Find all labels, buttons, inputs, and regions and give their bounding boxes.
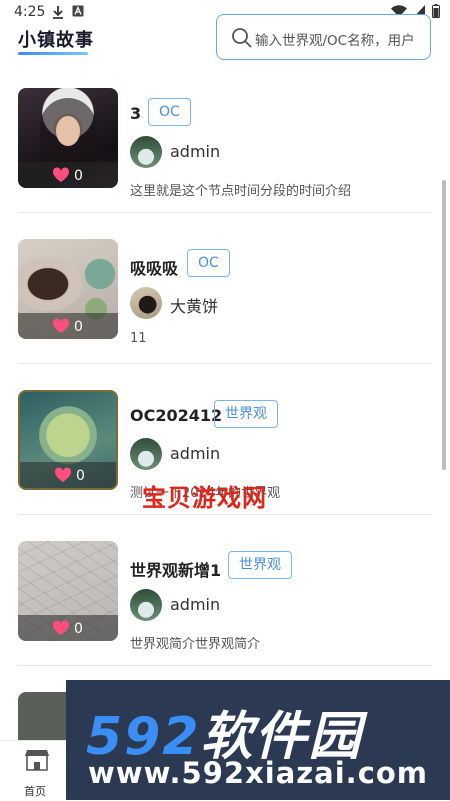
avatar[interactable] bbox=[130, 438, 162, 470]
author-name[interactable]: admin bbox=[170, 595, 220, 614]
cover-image[interactable]: 0 bbox=[18, 239, 118, 339]
watermark-text: 宝贝游戏网 bbox=[142, 484, 267, 512]
thumb-face bbox=[56, 116, 80, 146]
like-count: 0 bbox=[74, 621, 83, 637]
shop-icon[interactable] bbox=[24, 747, 50, 773]
app-header: 小镇故事 输入世界观/OC名称，用户 bbox=[0, 12, 450, 67]
divider bbox=[18, 514, 432, 515]
scrollbar[interactable] bbox=[442, 180, 446, 470]
cover-image[interactable]: 0 bbox=[18, 88, 118, 188]
type-tag: 世界观 bbox=[228, 551, 292, 579]
item-title[interactable]: 吸吸吸 bbox=[130, 255, 178, 279]
type-tag: OC bbox=[187, 249, 230, 277]
watermark-banner: 592软件园 www.592xiazai.com bbox=[66, 680, 450, 800]
author-name[interactable]: admin bbox=[170, 444, 220, 463]
app-brand-logo: 小镇故事 bbox=[18, 30, 94, 51]
avatar[interactable] bbox=[130, 136, 162, 168]
item-description: 这里就是这个节点时间分段的时间介绍 bbox=[130, 184, 352, 199]
avatar[interactable] bbox=[130, 287, 162, 319]
item-title[interactable]: 世界观新增1 bbox=[130, 557, 221, 581]
list-item[interactable]: 0 吸吸吸 OC 大黄饼 11 bbox=[18, 227, 432, 377]
heart-icon[interactable] bbox=[54, 467, 72, 483]
type-tag: 世界观 bbox=[214, 400, 278, 428]
brand-underline bbox=[18, 52, 88, 55]
type-tag: OC bbox=[148, 98, 191, 126]
like-count: 0 bbox=[74, 319, 83, 335]
cover-image[interactable]: 0 bbox=[18, 541, 118, 641]
list-item[interactable]: 0 世界观新增1 世界观 admin 世界观简介世界观简介 bbox=[18, 529, 432, 679]
divider bbox=[18, 363, 432, 364]
item-description: 世界观简介世界观简介 bbox=[130, 637, 261, 652]
item-title[interactable]: OC202412 bbox=[130, 406, 222, 425]
search-input[interactable]: 输入世界观/OC名称，用户 bbox=[216, 14, 431, 60]
like-count: 0 bbox=[74, 168, 83, 184]
heart-icon[interactable] bbox=[52, 167, 70, 183]
divider bbox=[18, 212, 432, 213]
search-icon bbox=[232, 28, 252, 48]
divider bbox=[18, 665, 432, 666]
cover-image[interactable]: 0 bbox=[18, 390, 118, 490]
like-count: 0 bbox=[76, 468, 85, 484]
item-title[interactable]: 3 bbox=[130, 104, 141, 123]
search-placeholder: 输入世界观/OC名称，用户 bbox=[255, 33, 415, 49]
banner-url: www.592xiazai.com bbox=[88, 756, 429, 790]
author-name[interactable]: 大黄饼 bbox=[170, 293, 218, 317]
avatar[interactable] bbox=[130, 589, 162, 621]
author-name[interactable]: admin bbox=[170, 142, 220, 161]
heart-icon[interactable] bbox=[52, 620, 70, 636]
bottom-tab-bar: 首页 bbox=[0, 740, 70, 801]
heart-icon[interactable] bbox=[52, 318, 70, 334]
tab-home[interactable]: 首页 bbox=[0, 783, 70, 799]
list-item[interactable]: 0 3 OC admin 这里就是这个节点时间分段的时间介绍 bbox=[18, 76, 432, 226]
item-description: 11 bbox=[130, 331, 147, 346]
